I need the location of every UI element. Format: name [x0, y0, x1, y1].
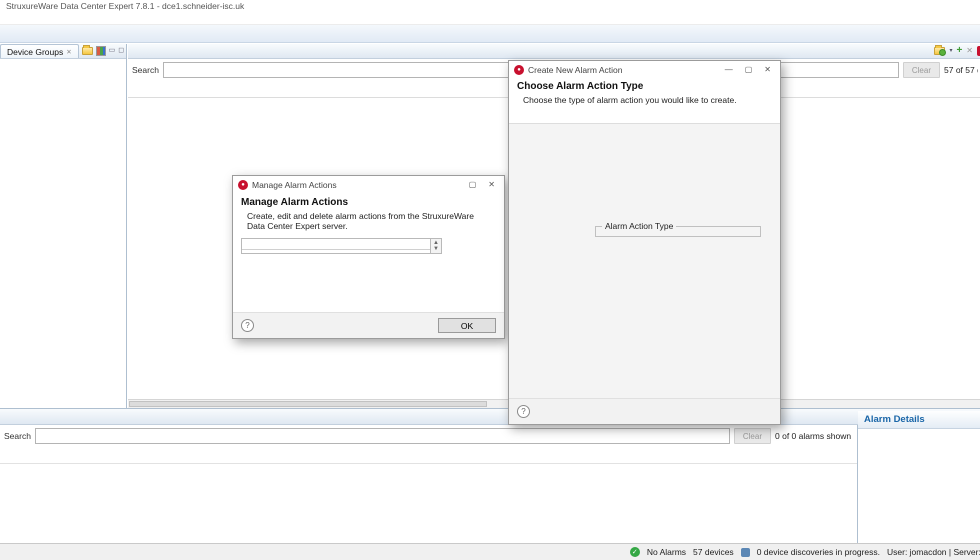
perspective-toolbar [0, 25, 980, 43]
wizard-footer: ? [509, 398, 780, 424]
alarm-actions-table: ▲ ▼ [241, 238, 442, 254]
app-logo-icon: ● [514, 65, 524, 75]
status-bar: ✓ No Alarms 57 devices 0 device discover… [0, 543, 980, 560]
ok-button[interactable]: OK [438, 318, 496, 333]
alarm-count: 0 of 0 alarms shown [775, 431, 855, 441]
wizard-body: Alarm Action Type [509, 123, 780, 398]
close-icon[interactable]: ✕ [484, 180, 499, 189]
wizard-description: Choose the type of alarm action you woul… [517, 92, 772, 105]
alarm-search-row: Search Clear 0 of 0 alarms shown [0, 425, 857, 447]
scroll-down-icon[interactable]: ▼ [433, 246, 439, 252]
close-icon[interactable]: ✕ [760, 65, 775, 74]
remove-device-icon[interactable]: ✕ [966, 46, 973, 55]
new-folder-icon[interactable] [82, 47, 93, 55]
discovery-text: 0 device discoveries in progress. [757, 547, 880, 557]
close-icon[interactable]: ✕ [66, 48, 71, 56]
vertical-scrollbar[interactable]: ▲ ▼ [430, 239, 441, 253]
tab-device-groups[interactable]: Device Groups ✕ [0, 44, 79, 58]
device-groups-panel: Device Groups ✕ ▭ ◻ [0, 44, 127, 408]
bottom-tabbar: ≫ [0, 409, 980, 425]
alarm-action-type-group: Alarm Action Type [595, 226, 761, 237]
user-server-text: User: jomacdon | Server: dce1.schneider-… [887, 547, 980, 557]
window-title: StruxureWare Data Center Expert 7.8.1 - … [0, 0, 980, 12]
dialog-heading: Manage Alarm Actions [233, 193, 504, 208]
minimize-icon[interactable]: — [721, 65, 737, 74]
dialog-description: Create, edit and delete alarm actions fr… [233, 208, 504, 231]
device-group-tree [0, 59, 126, 62]
app-logo-icon: ● [238, 180, 248, 190]
device-groups-toolbar: ▭ ◻ [82, 46, 124, 56]
clear-search-button[interactable]: Clear [903, 62, 940, 78]
dialog-title: Manage Alarm Actions [252, 180, 461, 190]
application-window: StruxureWare Data Center Expert 7.8.1 - … [0, 0, 980, 560]
search-label: Search [4, 431, 31, 441]
wizard-header: Choose Alarm Action Type Choose the type… [509, 78, 780, 106]
alarm-details-title: Alarm Details [858, 411, 980, 429]
dialog-titlebar[interactable]: ● Create New Alarm Action — ▢ ✕ [509, 61, 780, 78]
device-view-tabbar: ▾ + ✕ [128, 44, 980, 59]
clear-label: Clear [912, 66, 931, 75]
help-icon[interactable]: ? [241, 319, 254, 332]
maximize-view-icon[interactable]: ◻ [118, 47, 124, 55]
no-alarms-icon: ✓ [630, 547, 640, 557]
discovery-icon [741, 548, 750, 557]
help-icon[interactable]: ? [517, 405, 530, 418]
manage-alarm-actions-dialog: ● Manage Alarm Actions ▢ ✕ Manage Alarm … [232, 175, 505, 339]
ok-label: OK [461, 321, 473, 331]
alarm-actions-header [242, 239, 430, 250]
device-count-text: 57 devices [693, 547, 734, 557]
alarm-search-input[interactable] [35, 428, 730, 444]
menu-bar [0, 12, 980, 25]
active-alarms-view: Search Clear 0 of 0 alarms shown [0, 425, 858, 543]
clear-label: Clear [743, 432, 762, 441]
maximize-icon[interactable]: ▢ [465, 180, 481, 189]
add-device-icon[interactable]: + [956, 45, 962, 56]
alarm-table-header [0, 451, 857, 464]
alarm-details-panel: Alarm Details [858, 411, 980, 543]
no-alarms-text: No Alarms [647, 547, 686, 557]
chevron-down-icon[interactable]: ▾ [949, 47, 952, 54]
bottom-panel: ≫ Search Clear 0 of 0 alarms shown Alarm… [0, 408, 980, 543]
group-actions-icon[interactable] [934, 47, 945, 55]
tab-label: Device Groups [7, 47, 63, 57]
scrollbar-thumb[interactable] [129, 401, 487, 407]
alarm-actions-content: ▲ ▼ [233, 231, 504, 254]
wizard-heading: Choose Alarm Action Type [517, 81, 772, 92]
minimize-view-icon[interactable]: ▭ [109, 47, 116, 55]
group-label: Alarm Action Type [602, 221, 676, 231]
chart-icon[interactable] [96, 46, 106, 56]
maximize-icon[interactable]: ▢ [741, 65, 757, 74]
clear-alarms-button[interactable]: Clear [734, 428, 771, 444]
search-label: Search [132, 65, 159, 75]
dialog-titlebar[interactable]: ● Manage Alarm Actions ▢ ✕ [233, 176, 504, 193]
device-count: 57 of 57 devices [944, 65, 978, 75]
create-alarm-action-dialog: ● Create New Alarm Action — ▢ ✕ Choose A… [508, 60, 781, 425]
dialog-title: Create New Alarm Action [528, 65, 717, 75]
device-view-toolbar: ▾ + ✕ [934, 45, 980, 56]
dialog-footer: ? OK [233, 312, 504, 338]
device-groups-tabbar: Device Groups ✕ ▭ ◻ [0, 44, 126, 59]
